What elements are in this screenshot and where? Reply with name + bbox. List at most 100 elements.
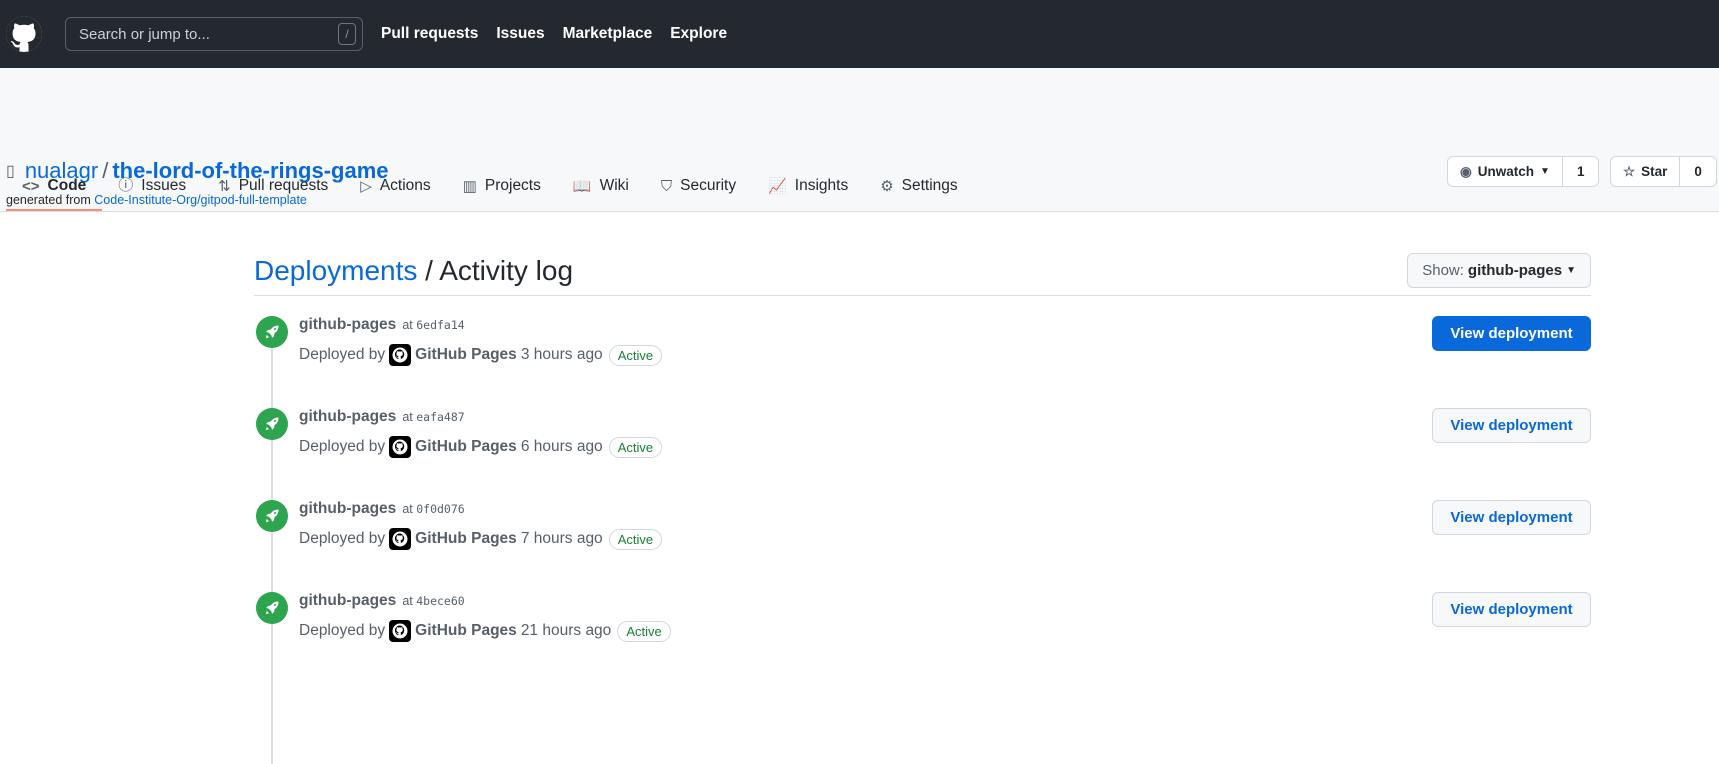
star-button[interactable]: ☆ Star — [1611, 157, 1681, 186]
github-pages-avatar — [389, 620, 412, 642]
deployer-name[interactable]: GitHub Pages — [415, 530, 517, 548]
deployed-by-line: Deployed by GitHub Pages 6 hours ago Active — [299, 436, 1591, 458]
star-label: Star — [1641, 164, 1668, 179]
watchers-count[interactable]: 1 — [1563, 157, 1599, 186]
deployed-by-line: Deployed by GitHub Pages 7 hours ago Active — [299, 528, 1591, 550]
deployment-row: github-pages at eafa487 Deployed by GitHub… — [254, 388, 1591, 480]
deployed-by-label: Deployed by — [299, 346, 386, 363]
status-badge: Active — [608, 436, 663, 458]
commit-ref: at 4bece60 — [402, 594, 464, 608]
gear-icon: ⚙ — [880, 178, 894, 195]
tab-wiki[interactable]: 📖 Wiki — [557, 169, 645, 211]
tab-label: Wiki — [599, 177, 629, 194]
deployment-row: github-pages at 4bece60 Deployed by GitHub… — [254, 572, 1591, 664]
environment-name[interactable]: github-pages — [299, 500, 396, 517]
github-pages-avatar — [389, 344, 412, 366]
commit-sha[interactable]: 4bece60 — [416, 594, 464, 608]
shield-icon: ⛉ — [660, 178, 673, 195]
commit-sha[interactable]: 0f0d076 — [416, 502, 464, 516]
eye-icon: ◉ — [1460, 163, 1472, 179]
commit-sha[interactable]: 6edfa14 — [416, 318, 464, 332]
rocket-icon — [256, 408, 288, 440]
tab-label: Projects — [484, 177, 541, 194]
tab-insights[interactable]: 📈 Insights — [752, 169, 864, 211]
view-deployment-button[interactable]: View deployment — [1432, 408, 1591, 443]
tab-pull-requests[interactable]: ⇅ Pull requests — [202, 169, 344, 211]
show-label: Show: — [1422, 262, 1464, 279]
graph-icon: 📈 — [768, 178, 787, 195]
tab-settings[interactable]: ⚙ Settings — [864, 169, 973, 211]
status-badge: Active — [608, 528, 663, 550]
global-header: Search or jump to... / Pull requests Issue… — [0, 0, 1719, 68]
play-icon: ▷ — [360, 178, 372, 195]
activity-log-title: Activity log — [439, 254, 574, 286]
star-button-group: ☆ Star 0 — [1610, 156, 1717, 187]
global-nav: Pull requests Issues Marketplace Explore — [381, 25, 745, 43]
slash-shortcut-key: / — [338, 23, 356, 45]
issue-icon: ⓘ — [118, 177, 134, 194]
deployment-time: 21 hours ago — [520, 622, 612, 639]
status-badge: Active — [617, 620, 671, 642]
deployed-by-line: Deployed by GitHub Pages 3 hours ago Active — [299, 344, 1591, 366]
nav-explore[interactable]: Explore — [670, 25, 727, 42]
page-header: Deployments / Activity log Show: github-p… — [254, 248, 1591, 296]
rocket-icon — [256, 500, 288, 532]
deployment-row: github-pages at 0f0d076 Deployed by GitHub… — [254, 480, 1591, 572]
github-pages-avatar — [389, 528, 412, 550]
breadcrumb-separator: / — [417, 254, 440, 286]
view-deployment-button[interactable]: View deployment — [1432, 500, 1591, 535]
unwatch-button[interactable]: ◉ Unwatch ▼ — [1448, 157, 1563, 186]
tab-security[interactable]: ⛉ Security — [645, 169, 752, 211]
caret-down-icon: ▼ — [1566, 265, 1576, 276]
commit-sha[interactable]: eafa487 — [416, 410, 464, 424]
search-input[interactable]: Search or jump to... / — [65, 17, 363, 51]
environment-name[interactable]: github-pages — [299, 316, 396, 333]
github-logo-icon[interactable] — [6, 16, 42, 52]
tab-issues[interactable]: ⓘ Issues — [102, 169, 202, 211]
environment-filter-dropdown[interactable]: Show: github-pages ▼ — [1407, 253, 1591, 288]
view-deployment-button[interactable]: View deployment — [1432, 316, 1591, 351]
at-label: at — [402, 502, 413, 516]
caret-down-icon: ▼ — [1540, 166, 1550, 177]
commit-ref: at 0f0d076 — [402, 502, 464, 516]
tab-label: Settings — [901, 177, 958, 194]
deployments-link[interactable]: Deployments — [254, 255, 417, 286]
at-label: at — [402, 594, 413, 608]
commit-ref: at eafa487 — [402, 410, 464, 424]
at-label: at — [402, 410, 413, 424]
tab-label: Code — [47, 177, 87, 194]
deployed-by-label: Deployed by — [299, 438, 386, 455]
nav-pull-requests[interactable]: Pull requests — [381, 25, 478, 42]
unwatch-label: Unwatch — [1477, 164, 1535, 179]
tab-label: Issues — [141, 177, 187, 194]
show-value: github-pages — [1467, 262, 1563, 279]
deployment-list: github-pages at 6edfa14 Deployed by GitHub… — [254, 296, 1591, 764]
environment-name[interactable]: github-pages — [299, 592, 396, 609]
tab-label: Pull requests — [238, 177, 329, 194]
deployer-name[interactable]: GitHub Pages — [415, 622, 517, 640]
stars-count[interactable]: 0 — [1680, 157, 1716, 186]
deployer-name[interactable]: GitHub Pages — [415, 346, 517, 364]
project-icon: ▥ — [462, 178, 477, 195]
nav-marketplace[interactable]: Marketplace — [563, 25, 653, 42]
at-label: at — [402, 318, 413, 332]
tab-projects[interactable]: ▥ Projects — [447, 169, 557, 211]
deployment-time: 7 hours ago — [520, 530, 603, 547]
deployment-time: 3 hours ago — [520, 346, 603, 363]
environment-name[interactable]: github-pages — [299, 408, 396, 425]
nav-issues[interactable]: Issues — [496, 25, 544, 42]
repo-header: ▯ nualagr / the-lord-of-the-rings-game g… — [0, 68, 1719, 212]
deployed-by-line: Deployed by GitHub Pages 21 hours ago Activ… — [299, 620, 1591, 642]
tab-actions[interactable]: ▷ Actions — [344, 169, 446, 211]
deployed-by-label: Deployed by — [299, 530, 386, 547]
search-placeholder: Search or jump to... — [79, 25, 210, 43]
book-icon: 📖 — [572, 178, 592, 195]
deployer-name[interactable]: GitHub Pages — [415, 438, 517, 456]
tab-code[interactable]: <> Code — [6, 169, 103, 211]
view-deployment-button[interactable]: View deployment — [1432, 592, 1591, 627]
deployed-by-label: Deployed by — [299, 622, 386, 639]
pull-request-icon: ⇅ — [218, 178, 231, 195]
tab-label: Security — [680, 177, 737, 194]
page-title: Deployments / Activity log — [254, 255, 573, 287]
status-badge: Active — [608, 344, 663, 366]
